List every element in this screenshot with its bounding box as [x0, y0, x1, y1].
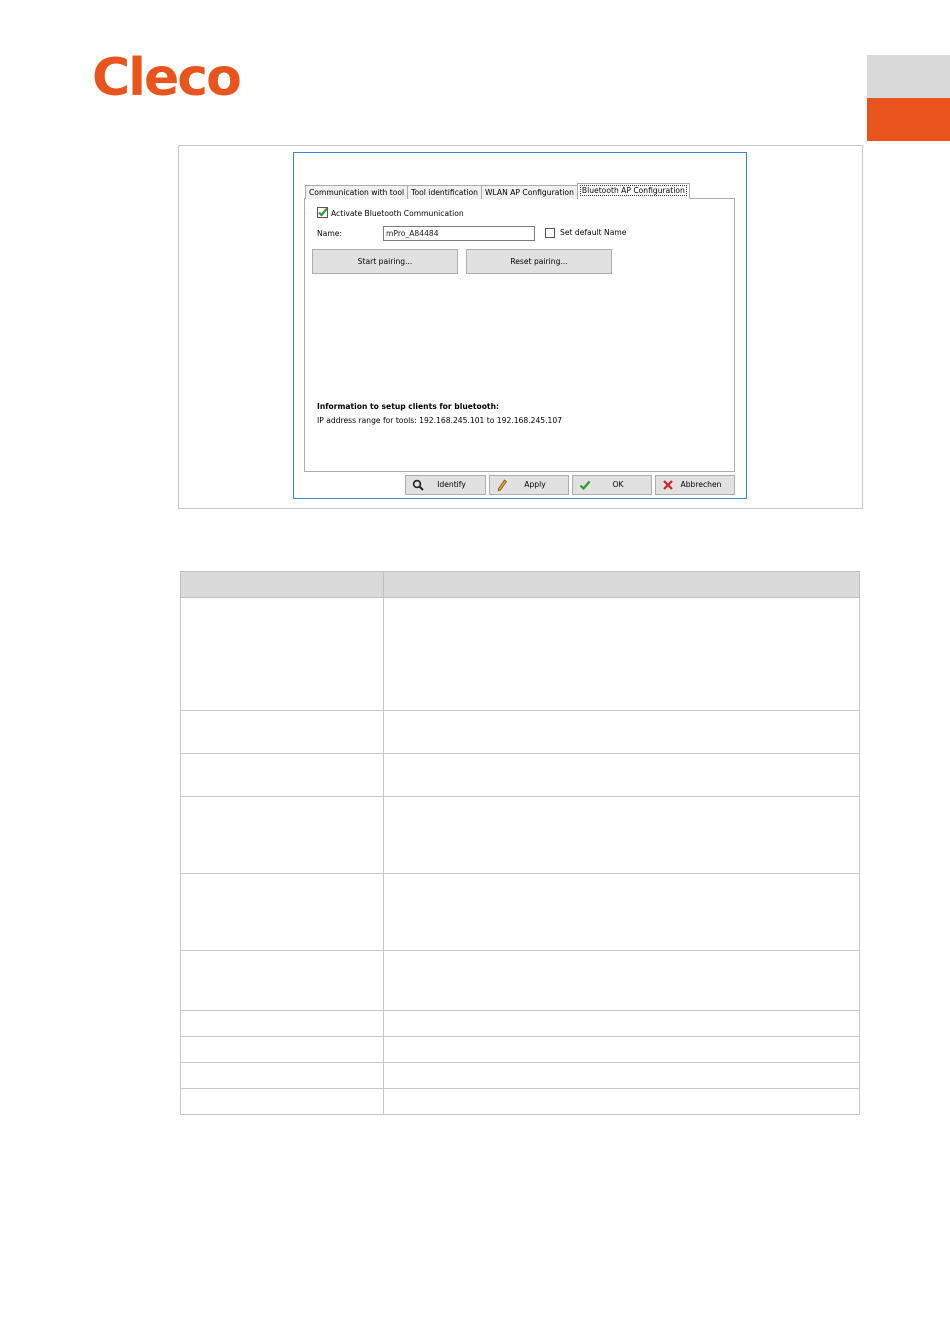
- cancel-label: Abbrechen: [680, 480, 722, 489]
- table-row: [180, 1088, 860, 1115]
- cleco-logo: Cleco: [92, 48, 242, 108]
- apply-label: Apply: [524, 480, 546, 489]
- identify-button[interactable]: Identify: [405, 475, 486, 495]
- table-row: [180, 950, 860, 1011]
- tab-bluetooth-label: Bluetooth AP Configuration: [579, 185, 687, 196]
- table-row: [180, 710, 860, 754]
- tab-bar: Communication with tool Tool identificat…: [305, 183, 690, 199]
- name-field[interactable]: mPro_A84484: [383, 226, 535, 241]
- name-label: Name:: [317, 229, 342, 238]
- table-row: [180, 796, 860, 874]
- cancel-button[interactable]: Abbrechen: [655, 475, 735, 495]
- reset-pairing-button[interactable]: Reset pairing...: [466, 249, 612, 274]
- side-tab-grey: [867, 55, 950, 98]
- set-default-name-label: Set default Name: [560, 228, 627, 237]
- tab-wlan-ap-configuration[interactable]: WLAN AP Configuration: [481, 185, 578, 199]
- tab-tool-identification[interactable]: Tool identification: [407, 185, 482, 199]
- side-tab-orange: [867, 98, 950, 141]
- table-row: [180, 1010, 860, 1037]
- apply-button[interactable]: Apply: [489, 475, 569, 495]
- activate-bluetooth-checkbox[interactable]: [317, 207, 328, 218]
- ok-label: OK: [612, 480, 624, 489]
- tab-communication-with-tool[interactable]: Communication with tool: [305, 185, 409, 199]
- table-row: [180, 753, 860, 797]
- table-row: [180, 1036, 860, 1063]
- identify-label: Identify: [437, 480, 466, 489]
- table-row: [180, 873, 860, 951]
- table-row: [180, 597, 860, 711]
- set-default-name-checkbox[interactable]: [545, 228, 555, 238]
- table-header-row: [180, 571, 860, 598]
- ok-button[interactable]: OK: [572, 475, 652, 495]
- table-row: [180, 1062, 860, 1089]
- info-heading: Information to setup clients for bluetoo…: [317, 402, 500, 411]
- tab-bluetooth-ap-configuration[interactable]: Bluetooth AP Configuration: [576, 183, 690, 199]
- parameter-table: [180, 571, 860, 1115]
- start-pairing-button[interactable]: Start pairing...: [312, 249, 458, 274]
- activate-bluetooth-label: Activate Bluetooth Communication: [331, 209, 464, 218]
- info-ip-range: IP address range for tools: 192.168.245.…: [317, 416, 563, 425]
